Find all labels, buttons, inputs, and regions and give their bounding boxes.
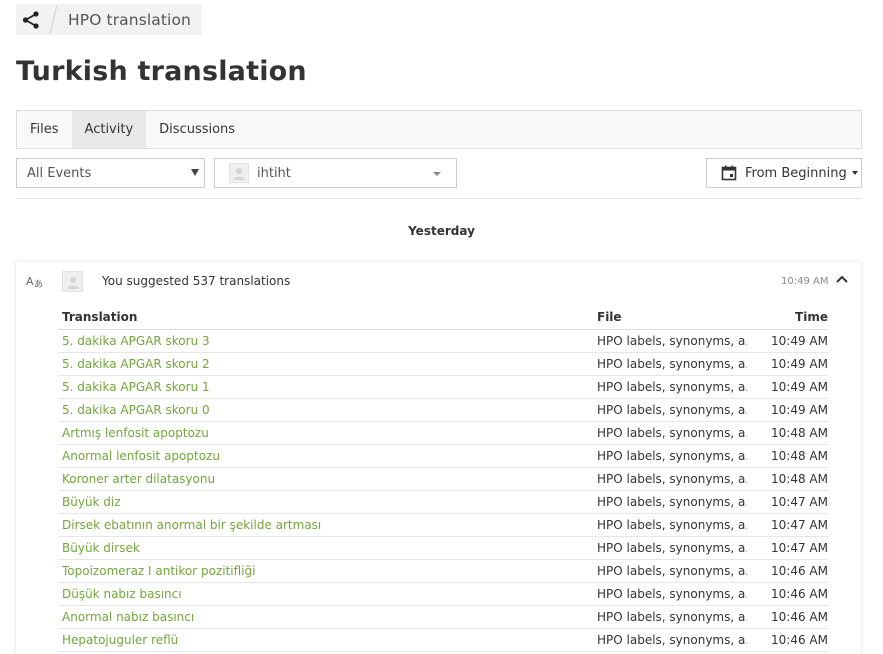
- table-row: 5. dakika APGAR skoru 1 HPO labels, synon…: [58, 376, 828, 399]
- file-name: HPO labels, synonyms, a...: [597, 449, 747, 463]
- file-name: HPO labels, synonyms, a...: [597, 518, 747, 532]
- translation-link[interactable]: 5. dakika APGAR skoru 2: [58, 357, 597, 371]
- row-time: 10:47 AM: [771, 495, 828, 509]
- translation-link[interactable]: 5. dakika APGAR skoru 3: [58, 334, 597, 348]
- svg-text:あ: あ: [34, 279, 43, 288]
- file-name: HPO labels, synonyms, a...: [597, 495, 747, 509]
- tab-discussions[interactable]: Discussions: [146, 111, 248, 148]
- translation-link[interactable]: Büyük diz: [58, 495, 597, 509]
- row-time: 10:46 AM: [771, 633, 828, 647]
- user-avatar-icon: [229, 163, 249, 183]
- table-row: 5. dakika APGAR skoru 0 HPO labels, synon…: [58, 399, 828, 422]
- date-range-button[interactable]: From Beginning: [706, 158, 862, 188]
- translation-link[interactable]: Anormal nabız basıncı: [58, 610, 597, 624]
- row-time: 10:48 AM: [771, 472, 828, 486]
- translation-link[interactable]: Dirsek ebatının anormal bir şekilde artm…: [58, 518, 597, 532]
- date-range-label: From Beginning: [745, 165, 847, 181]
- file-name: HPO labels, synonyms, a...: [597, 587, 747, 601]
- table-row: Büyük dirsek HPO labels, synonyms, a... 10…: [58, 537, 828, 560]
- activity-timestamp: 10:49 AM: [781, 276, 829, 287]
- table-row: Düşük nabız basıncı HPO labels, synonyms,…: [58, 583, 828, 606]
- translation-link[interactable]: Düşük nabız basıncı: [58, 587, 597, 601]
- translation-link[interactable]: Topoizomeraz I antikor pozitifliği: [58, 564, 597, 578]
- file-name: HPO labels, synonyms, a...: [597, 357, 747, 371]
- user-filter-select[interactable]: ihtiht: [214, 158, 457, 188]
- translation-link[interactable]: Anormal lenfosit apoptozu: [58, 449, 597, 463]
- events-filter-select[interactable]: All Events: [16, 158, 205, 188]
- table-row: Anormal nabız basıncı HPO labels, synonym…: [58, 606, 828, 629]
- translation-link[interactable]: Artmış lenfosit apoptozu: [58, 426, 597, 440]
- column-header-file: File: [597, 310, 622, 324]
- share-icon[interactable]: [16, 4, 46, 35]
- table-row: Büyük diz HPO labels, synonyms, a... 10:47…: [58, 491, 828, 514]
- activity-card: A あ You suggested 537 translations 10:49…: [16, 262, 861, 654]
- file-name: HPO labels, synonyms, a...: [597, 610, 747, 624]
- table-row: Anormal lenfosit apoptozu HPO labels, syn…: [58, 445, 828, 468]
- column-header-time: Time: [795, 310, 828, 324]
- row-time: 10:46 AM: [771, 587, 828, 601]
- translation-link[interactable]: Koroner arter dilatasyonu: [58, 472, 597, 486]
- translation-link[interactable]: Hepatojuguler reflü: [58, 633, 597, 647]
- events-filter-label: All Events: [27, 165, 92, 181]
- row-time: 10:46 AM: [771, 610, 828, 624]
- activity-summary: You suggested 537 translations: [102, 274, 291, 288]
- tab-bar: Files Activity Discussions: [16, 110, 862, 149]
- dropdown-caret-icon: [433, 172, 441, 176]
- translation-link[interactable]: 5. dakika APGAR skoru 1: [58, 380, 597, 394]
- file-name: HPO labels, synonyms, a...: [597, 334, 747, 348]
- file-name: HPO labels, synonyms, a...: [597, 564, 747, 578]
- translation-link[interactable]: Büyük dirsek: [58, 541, 597, 555]
- table-row: Dirsek ebatının anormal bir şekilde artm…: [58, 514, 828, 537]
- chevron-up-icon[interactable]: [835, 272, 849, 286]
- row-time: 10:49 AM: [771, 380, 828, 394]
- row-time: 10:48 AM: [771, 449, 828, 463]
- column-header-translation: Translation: [62, 310, 138, 324]
- row-time: 10:48 AM: [771, 426, 828, 440]
- row-time: 10:49 AM: [771, 357, 828, 371]
- file-name: HPO labels, synonyms, a...: [597, 633, 747, 647]
- translations-table: Translation File Time 5. dakika APGAR sk…: [58, 305, 828, 652]
- translate-icon: A あ: [26, 274, 44, 291]
- table-row: 5. dakika APGAR skoru 3 HPO labels, synon…: [58, 330, 828, 353]
- breadcrumb: HPO translation: [16, 4, 202, 35]
- table-row: Hepatojuguler reflü HPO labels, synonyms,…: [58, 629, 828, 652]
- table-row: Artmış lenfosit apoptozu HPO labels, syno…: [58, 422, 828, 445]
- table-body: 5. dakika APGAR skoru 3 HPO labels, synon…: [58, 330, 828, 652]
- breadcrumb-project-link[interactable]: HPO translation: [60, 11, 191, 29]
- tab-activity[interactable]: Activity: [71, 111, 147, 148]
- file-name: HPO labels, synonyms, a...: [597, 472, 747, 486]
- page-title: Turkish translation: [16, 56, 307, 87]
- user-filter-label: ihtiht: [257, 165, 291, 181]
- day-header: Yesterday: [408, 224, 475, 238]
- file-name: HPO labels, synonyms, a...: [597, 403, 747, 417]
- row-time: 10:47 AM: [771, 541, 828, 555]
- table-header: Translation File Time: [58, 305, 828, 330]
- calendar-icon: [721, 165, 737, 181]
- table-row: 5. dakika APGAR skoru 2 HPO labels, synon…: [58, 353, 828, 376]
- breadcrumb-separator: [46, 4, 60, 35]
- svg-text:A: A: [26, 275, 34, 288]
- row-time: 10:46 AM: [771, 564, 828, 578]
- dropdown-caret-icon: [191, 169, 199, 176]
- row-time: 10:49 AM: [771, 334, 828, 348]
- table-row: Topoizomeraz I antikor pozitifliği HPO la…: [58, 560, 828, 583]
- file-name: HPO labels, synonyms, a...: [597, 541, 747, 555]
- file-name: HPO labels, synonyms, a...: [597, 426, 747, 440]
- divider: [16, 198, 862, 199]
- user-avatar-icon: [62, 271, 83, 292]
- tab-files[interactable]: Files: [17, 111, 72, 148]
- table-row: Koroner arter dilatasyonu HPO labels, syn…: [58, 468, 828, 491]
- file-name: HPO labels, synonyms, a...: [597, 380, 747, 394]
- translation-link[interactable]: 5. dakika APGAR skoru 0: [58, 403, 597, 417]
- row-time: 10:47 AM: [771, 518, 828, 532]
- row-time: 10:49 AM: [771, 403, 828, 417]
- dropdown-caret-icon: [851, 171, 858, 175]
